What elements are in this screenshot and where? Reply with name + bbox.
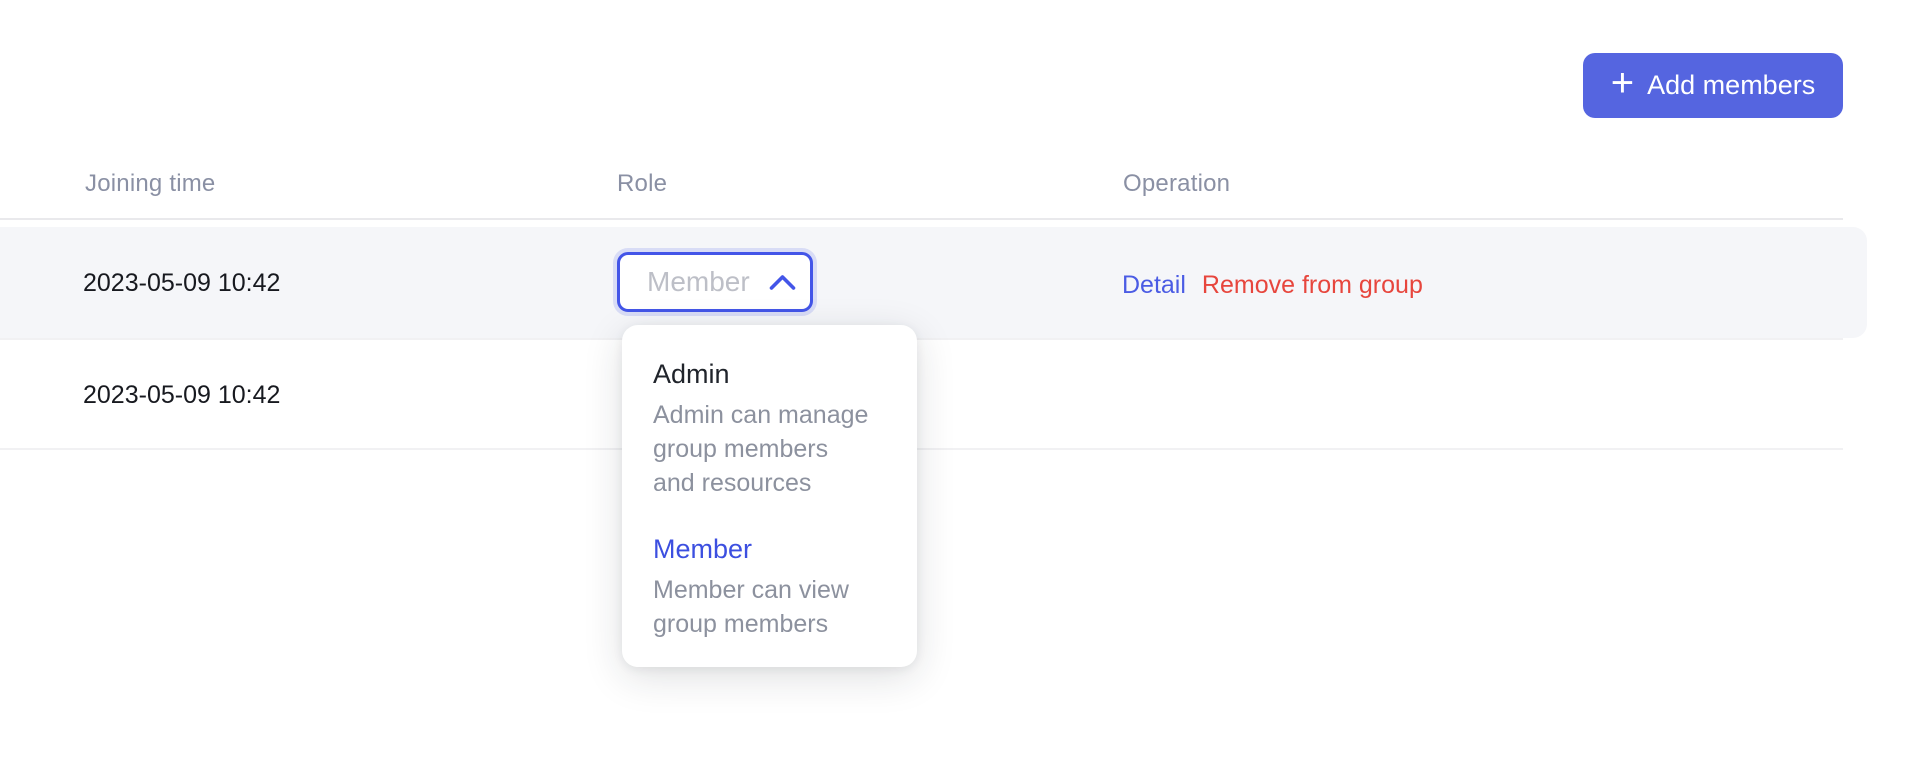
dropdown-option-admin[interactable]: Admin Admin can manage group members and…	[653, 355, 889, 500]
joining-time-cell: 2023-05-09 10:42	[83, 270, 280, 296]
option-title: Member	[653, 530, 889, 568]
row-divider	[0, 338, 1843, 340]
group-members-page: + Add members Joining time Role Operatio…	[0, 0, 1914, 770]
role-select-value: Member	[647, 266, 755, 298]
row-divider	[0, 448, 1843, 450]
role-select[interactable]: Member	[617, 252, 813, 312]
column-header-joining-time: Joining time	[85, 170, 215, 198]
dropdown-option-member[interactable]: Member Member can view group members	[653, 530, 889, 641]
chevron-up-icon	[769, 274, 796, 291]
add-members-button[interactable]: + Add members	[1583, 53, 1843, 118]
option-description: Admin can manage group members and resou…	[653, 398, 889, 500]
detail-link[interactable]: Detail	[1122, 271, 1186, 299]
role-dropdown-menu: Admin Admin can manage group members and…	[622, 325, 917, 667]
plus-icon: +	[1611, 63, 1634, 103]
remove-from-group-link[interactable]: Remove from group	[1202, 271, 1423, 299]
add-members-label: Add members	[1647, 70, 1815, 101]
column-header-role: Role	[617, 170, 667, 198]
option-description: Member can view group members	[653, 573, 889, 641]
header-divider	[0, 218, 1843, 220]
option-title: Admin	[653, 355, 889, 393]
operations-cell: Detail Remove from group	[1122, 271, 1423, 299]
joining-time-cell: 2023-05-09 10:42	[83, 382, 280, 408]
column-header-operation: Operation	[1123, 170, 1230, 198]
